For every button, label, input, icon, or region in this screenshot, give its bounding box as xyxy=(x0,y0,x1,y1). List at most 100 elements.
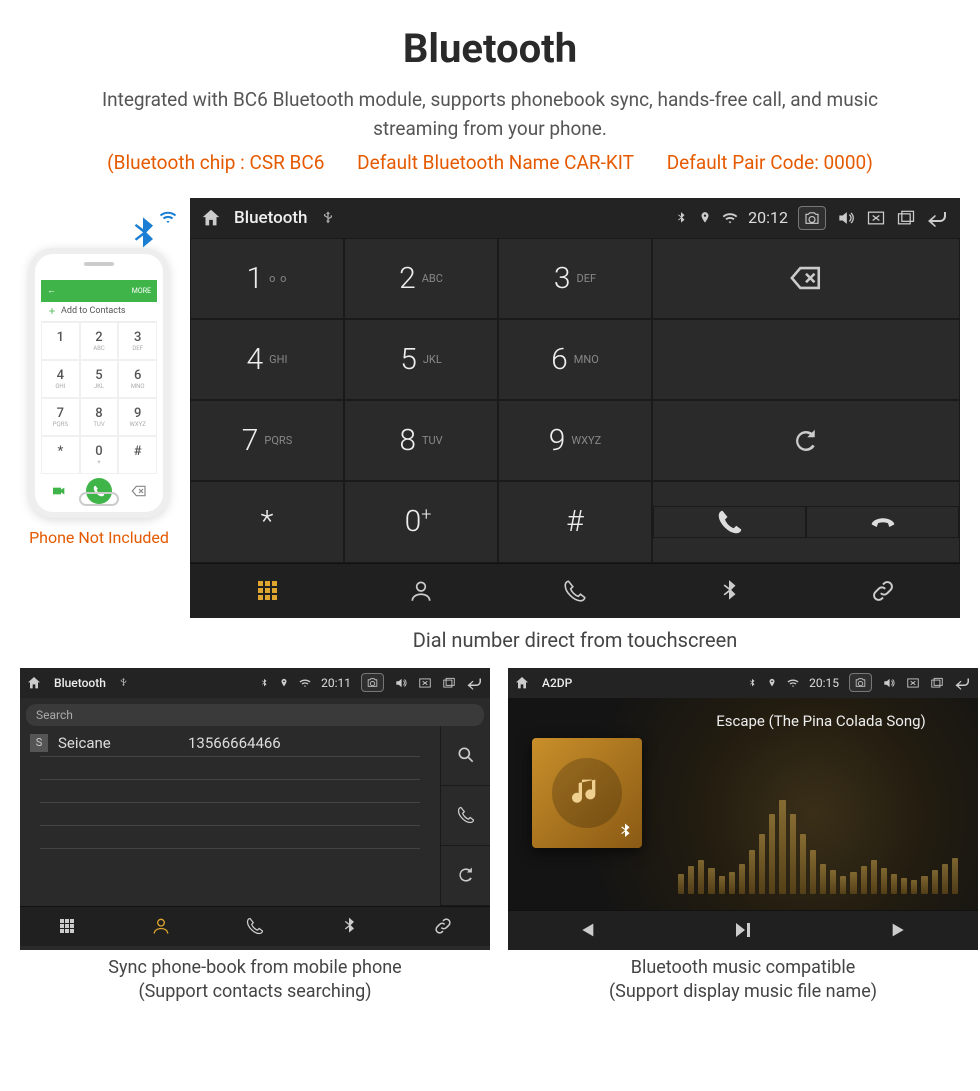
search-placeholder: Search xyxy=(36,708,73,722)
next-button[interactable] xyxy=(821,910,978,950)
clock: 20:12 xyxy=(748,208,788,227)
camera-icon[interactable] xyxy=(798,206,826,230)
backspace-button[interactable] xyxy=(652,238,960,319)
back-icon[interactable] xyxy=(926,206,950,230)
dial-key-3[interactable]: 3DEF xyxy=(498,238,652,319)
dial-key-*[interactable]: * xyxy=(190,481,344,562)
dial-key-8[interactable]: 8TUV xyxy=(344,400,498,481)
tab-contacts[interactable] xyxy=(344,563,498,618)
recents-icon[interactable] xyxy=(930,676,944,690)
phone-key: 9WXYZ xyxy=(118,398,157,436)
tab-pair[interactable] xyxy=(806,563,960,618)
gps-icon xyxy=(767,678,777,688)
call-buttons xyxy=(652,481,960,562)
dial-key-9[interactable]: 9WXYZ xyxy=(498,400,652,481)
dial-key-6[interactable]: 6MNO xyxy=(498,319,652,400)
contacts-caption: Sync phone-book from mobile phone (Suppo… xyxy=(20,956,490,1005)
contact-row[interactable]: S Seicane 13566664466 xyxy=(30,730,430,756)
dial-key-0[interactable]: 0+ xyxy=(344,481,498,562)
music-body: Escape (The Pina Colada Song) xyxy=(508,698,978,910)
tab-pair[interactable] xyxy=(396,906,490,946)
song-title: Escape (The Pina Colada Song) xyxy=(678,712,964,730)
wifi-icon xyxy=(722,210,738,226)
prev-button[interactable] xyxy=(508,910,665,950)
bt-status-icon xyxy=(259,678,269,688)
side-call-button[interactable] xyxy=(440,786,490,846)
dial-key-5[interactable]: 5JKL xyxy=(344,319,498,400)
statusbar-title: A2DP xyxy=(542,676,572,690)
link-icon xyxy=(870,578,896,604)
usb-icon xyxy=(118,677,129,688)
page-subtitle: Integrated with BC6 Bluetooth module, su… xyxy=(60,86,920,143)
status-bar: Bluetooth 20:12 xyxy=(190,198,960,238)
redial-button[interactable] xyxy=(652,400,960,481)
clock: 20:11 xyxy=(321,676,351,690)
page-title: Bluetooth xyxy=(30,25,950,72)
home-icon[interactable] xyxy=(26,675,42,691)
close-app-icon[interactable] xyxy=(906,676,920,690)
equalizer-visual xyxy=(678,794,958,894)
dial-key-#[interactable]: # xyxy=(498,481,652,562)
playback-bar xyxy=(508,910,978,950)
close-app-icon[interactable] xyxy=(418,676,432,690)
status-bar: A2DP 20:15 xyxy=(508,668,978,698)
tab-contacts[interactable] xyxy=(114,906,208,946)
tab-bar xyxy=(20,906,490,946)
side-search-button[interactable] xyxy=(440,726,490,786)
home-icon[interactable] xyxy=(514,675,530,691)
volume-icon[interactable] xyxy=(836,208,856,228)
back-icon[interactable] xyxy=(466,674,484,692)
tab-calllog[interactable] xyxy=(208,906,302,946)
statusbar-title: Bluetooth xyxy=(54,676,106,690)
back-icon[interactable] xyxy=(954,674,972,692)
camera-icon[interactable] xyxy=(849,673,872,692)
dial-key-4[interactable]: 4GHI xyxy=(190,319,344,400)
phone-key: 8TUV xyxy=(80,398,119,436)
gps-icon xyxy=(279,678,289,688)
contact-initial-badge: S xyxy=(30,734,48,752)
recents-icon[interactable] xyxy=(442,676,456,690)
volume-icon[interactable] xyxy=(394,676,408,690)
play-pause-button[interactable] xyxy=(665,910,822,950)
phone-key: 4GHI xyxy=(41,360,80,398)
dialer-caption: Dial number direct from touchscreen xyxy=(190,626,960,654)
dial-key-7[interactable]: 7PQRS xyxy=(190,400,344,481)
next-icon xyxy=(889,919,911,941)
phone-icon xyxy=(456,805,476,825)
bluetooth-icon xyxy=(123,214,173,264)
hangup-button[interactable] xyxy=(806,506,959,538)
dialpad-icon xyxy=(60,919,74,933)
phone-key: 7PQRS xyxy=(41,398,80,436)
side-refresh-button[interactable] xyxy=(440,846,490,906)
bt-overlay-icon xyxy=(616,822,634,840)
dial-key-2[interactable]: 2ABC xyxy=(344,238,498,319)
dial-key-1[interactable]: 1o o xyxy=(190,238,344,319)
close-app-icon[interactable] xyxy=(866,208,886,228)
tab-calllog[interactable] xyxy=(498,563,652,618)
usb-icon xyxy=(320,210,336,226)
add-to-contacts-row: Add to Contacts xyxy=(41,302,157,322)
recents-icon[interactable] xyxy=(896,208,916,228)
phone-key: 5JKL xyxy=(80,360,119,398)
music-panel: A2DP 20:15 Escape (The Pina Colada Song) xyxy=(508,668,978,950)
tab-bluetooth[interactable] xyxy=(302,906,396,946)
camera-icon[interactable] xyxy=(361,673,384,692)
home-icon[interactable] xyxy=(200,207,222,229)
empty-cell xyxy=(652,319,960,400)
search-icon xyxy=(456,745,476,765)
backspace-icon xyxy=(131,483,147,499)
spec-name: Default Bluetooth Name CAR-KIT xyxy=(357,151,634,174)
contacts-list: S Seicane 13566664466 xyxy=(20,726,440,906)
phone-mockup: ← MORE Add to Contacts 12ABC3DEF4GHI5JKL… xyxy=(29,248,169,518)
call-button[interactable] xyxy=(653,506,806,538)
search-input[interactable]: Search xyxy=(26,704,484,726)
phone-key: 2ABC xyxy=(80,322,119,360)
contact-name: Seicane xyxy=(58,734,178,752)
bluetooth-icon xyxy=(339,916,359,936)
tab-dialpad[interactable] xyxy=(20,906,114,946)
contacts-caption-l1: Sync phone-book from mobile phone xyxy=(20,956,490,980)
volume-icon[interactable] xyxy=(882,676,896,690)
music-caption-l2: (Support display music file name) xyxy=(508,980,978,1004)
tab-bluetooth[interactable] xyxy=(652,563,806,618)
tab-dialpad[interactable] xyxy=(190,563,344,618)
